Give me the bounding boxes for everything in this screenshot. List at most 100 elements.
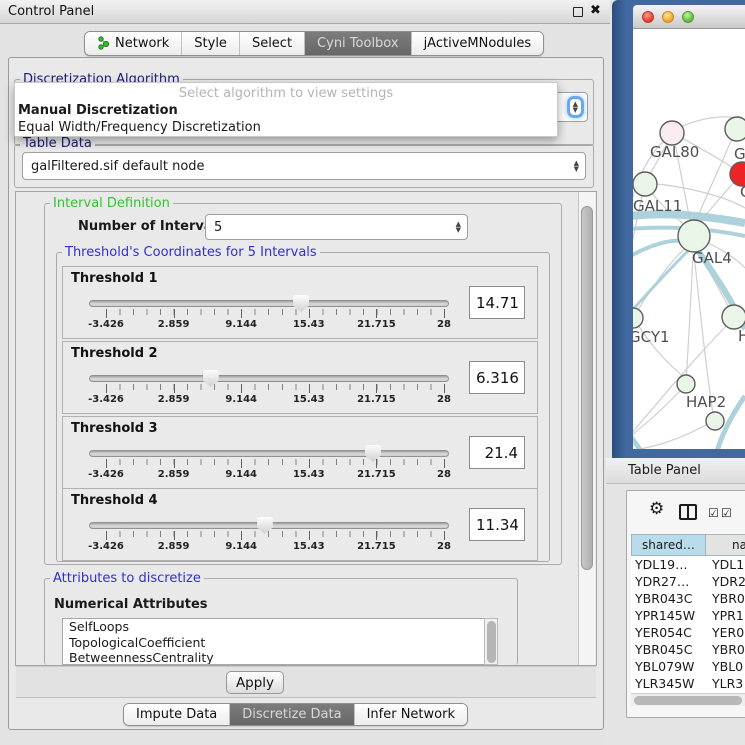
scale-label: 15.43 xyxy=(277,319,341,330)
scale-label: 2.859 xyxy=(142,469,206,480)
number-of-intervals-combobox[interactable]: 5 ▲▼ xyxy=(205,214,468,240)
cell-name[interactable]: YBR0 xyxy=(706,641,745,658)
cell-shared-name[interactable]: YDR27… xyxy=(631,573,706,590)
table-row[interactable]: YBR045CYBR0 xyxy=(631,641,745,658)
close-icon[interactable]: ✖ xyxy=(590,3,601,18)
table-row[interactable]: YPR145WYPR1 xyxy=(631,607,745,624)
tab-cyni-toolbox[interactable]: Cyni Toolbox xyxy=(305,32,412,55)
node-h[interactable] xyxy=(722,305,745,329)
gear-icon[interactable]: ⚙ xyxy=(649,499,664,519)
major-tick xyxy=(376,384,377,393)
column-header-shared-name[interactable]: shared… xyxy=(631,534,706,556)
cell-shared-name[interactable]: YER054C xyxy=(631,624,706,641)
threshold-4-value-field[interactable] xyxy=(469,508,525,541)
table-header-row: shared… na xyxy=(631,534,745,556)
table-row[interactable]: YBR043CYBR0 xyxy=(631,590,745,607)
major-tick xyxy=(106,459,107,468)
threshold-3-value-field[interactable] xyxy=(469,436,525,469)
node-gcy1[interactable] xyxy=(633,308,643,328)
network-view-canvas[interactable]: GAL80 GA C GAL11 GAL4 GCY1 H HAP2 xyxy=(633,29,745,449)
cell-shared-name[interactable]: YBL079W xyxy=(631,658,706,675)
threshold-2-box: Threshold 2 -3.4262.8599.14415.4321.7152… xyxy=(62,341,538,414)
cell-name[interactable]: YLR3 xyxy=(706,675,745,692)
vertical-scrollbar[interactable] xyxy=(578,192,595,665)
threshold-1-value-field[interactable] xyxy=(469,286,525,319)
table-row[interactable]: YBL079WYBL0 xyxy=(631,658,745,675)
node-gal80[interactable] xyxy=(660,121,684,145)
cell-shared-name[interactable]: YBR043C xyxy=(631,590,706,607)
minimize-traffic-light[interactable] xyxy=(662,11,674,23)
close-traffic-light[interactable] xyxy=(642,11,654,23)
table-row[interactable]: YLR345WYLR3 xyxy=(631,675,745,692)
cell-name[interactable]: YBL0 xyxy=(706,658,745,675)
node-bottom-partial[interactable] xyxy=(706,412,724,430)
control-panel-tabs: Network Style Select Cyni Toolbox jActiv… xyxy=(84,31,544,56)
node-hap2[interactable] xyxy=(677,375,695,393)
zoom-traffic-light[interactable] xyxy=(682,11,694,23)
cell-name[interactable]: YDR2 xyxy=(706,573,745,590)
checkbox-icon[interactable]: ☑ xyxy=(708,506,719,520)
columns-icon[interactable] xyxy=(679,504,697,520)
numerical-attributes-list[interactable]: SelfLoopsTopologicalCoefficientBetweenne… xyxy=(62,618,498,665)
combo-stepper-icon[interactable]: ▲▼ xyxy=(570,99,581,115)
cell-name[interactable]: YPR1 xyxy=(706,607,745,624)
major-tick xyxy=(241,309,242,318)
network-nodes[interactable] xyxy=(633,117,745,430)
tab-discretize-data[interactable]: Discretize Data xyxy=(230,704,354,725)
checkbox-icon[interactable]: ☑ xyxy=(721,506,732,520)
apply-button[interactable]: Apply xyxy=(226,671,284,694)
tab-discretize-data-label: Discretize Data xyxy=(242,707,341,722)
tab-network[interactable]: Network xyxy=(85,32,182,55)
scale-labels: -3.4262.8599.14415.4321.71528 xyxy=(63,342,537,413)
combo-stepper-icon[interactable]: ▲▼ xyxy=(456,221,461,233)
scale-label: 9.144 xyxy=(209,394,273,405)
scale-label: -3.426 xyxy=(74,394,138,405)
table-row[interactable]: YER054CYER0 xyxy=(631,624,745,641)
cell-name[interactable]: YDL1 xyxy=(706,556,745,573)
tab-infer-network[interactable]: Infer Network xyxy=(355,704,467,725)
cell-shared-name[interactable]: YBR045C xyxy=(631,641,706,658)
tab-impute-data[interactable]: Impute Data xyxy=(124,704,230,725)
table-row[interactable]: YDR27…YDR2 xyxy=(631,573,745,590)
threshold-2-value-field[interactable] xyxy=(469,361,525,394)
menu-item-manual-discretization[interactable]: Manual Discretization xyxy=(18,103,549,120)
combo-stepper-icon[interactable]: ▲▼ xyxy=(574,160,579,172)
attribute-list-item[interactable]: SelfLoops xyxy=(63,619,497,635)
cell-name[interactable]: YER0 xyxy=(706,624,745,641)
threshold-4-box: Threshold 4 -3.4262.8599.14415.4321.7152… xyxy=(62,488,538,561)
major-tick xyxy=(444,309,445,318)
cyni-bottom-tabs: Impute Data Discretize Data Infer Networ… xyxy=(123,703,468,726)
tab-style[interactable]: Style xyxy=(182,32,240,55)
major-tick xyxy=(376,531,377,540)
tab-jactivemnodules[interactable]: jActiveMNodules xyxy=(412,32,544,55)
horizontal-scrollbar[interactable] xyxy=(631,693,745,706)
scrollbar-thumb[interactable] xyxy=(487,621,496,663)
cell-name[interactable]: YBR0 xyxy=(706,590,745,607)
cell-shared-name[interactable]: YPR145W xyxy=(631,607,706,624)
thresholds-group-label: Threshold's Coordinates for 5 Intervals xyxy=(62,245,320,260)
attributes-list-scrollbar[interactable] xyxy=(484,618,498,665)
major-tick xyxy=(241,531,242,540)
attribute-list-item[interactable]: TopologicalCoefficient xyxy=(63,635,497,651)
table-panel-titlebar: Table Panel xyxy=(606,458,745,484)
attribute-list-item[interactable]: BetweennessCentrality xyxy=(63,650,497,665)
cell-shared-name[interactable]: YLR345W xyxy=(631,675,706,692)
node-gal4[interactable] xyxy=(678,220,710,252)
network-icon xyxy=(97,36,110,50)
tab-style-label: Style xyxy=(194,36,227,51)
scrollbar-thumb[interactable] xyxy=(581,206,593,570)
scrollbar-thumb[interactable] xyxy=(634,696,742,705)
cell-shared-name[interactable]: YDL19… xyxy=(631,556,706,573)
column-header-name[interactable]: na xyxy=(706,534,745,556)
node-top-right[interactable] xyxy=(725,117,745,141)
table-data-combobox[interactable]: galFiltered.sif default node ▲▼ xyxy=(22,152,586,180)
scale-label: -3.426 xyxy=(74,541,138,552)
scale-label: -3.426 xyxy=(74,469,138,480)
table-row[interactable]: YDL19…YDL1 xyxy=(631,556,745,573)
node-gal11[interactable] xyxy=(633,172,657,196)
float-window-icon[interactable] xyxy=(573,7,583,17)
network-window-titlebar[interactable] xyxy=(633,5,745,29)
menu-item-equal-width-frequency[interactable]: Equal Width/Frequency Discretization xyxy=(18,120,549,137)
tab-select[interactable]: Select xyxy=(240,32,305,55)
tab-network-label: Network xyxy=(115,36,169,51)
